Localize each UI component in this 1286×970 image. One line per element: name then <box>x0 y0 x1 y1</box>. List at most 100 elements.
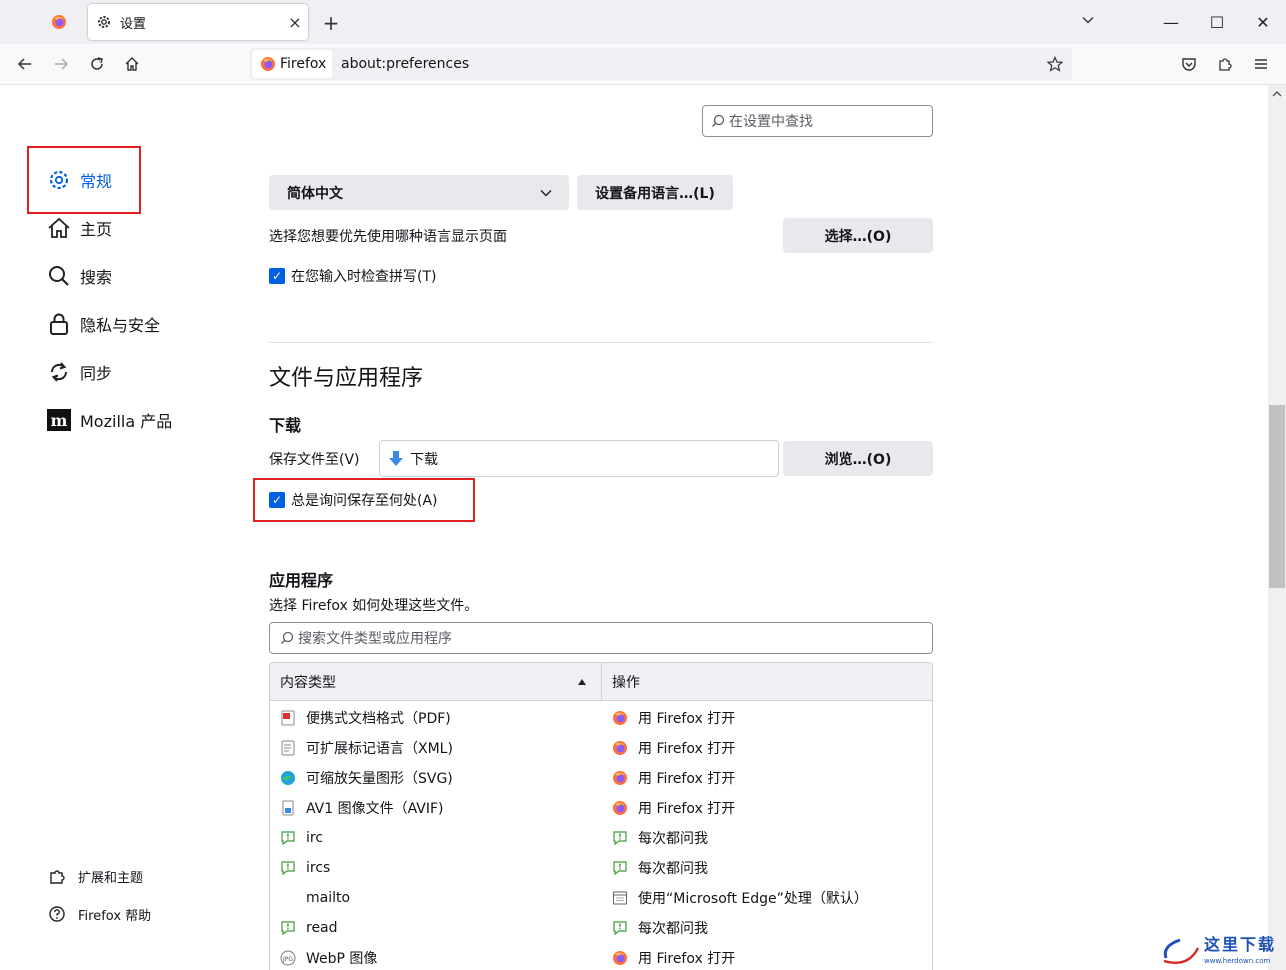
action-label: 用 Firefox 打开 <box>638 741 736 757</box>
action-label: 用 Firefox 打开 <box>638 771 736 787</box>
puzzle-icon <box>1219 58 1232 71</box>
url-text[interactable]: about:preferences <box>341 54 469 74</box>
sidebar-item-mozilla-products[interactable]: m Mozilla 产品 <box>46 402 172 438</box>
home-button[interactable] <box>116 48 148 80</box>
hamburger-icon <box>1255 59 1267 69</box>
save-files-label: 保存文件至(V) <box>269 452 360 468</box>
sidebar-item-privacy[interactable]: 隐私与安全 <box>46 306 160 342</box>
applications-table: 内容类型 操作 便携式文档格式（PDF) 用 Firefox 打开 可扩展标记语言（… <box>269 662 933 970</box>
scrollbar-thumb[interactable] <box>1269 405 1285 588</box>
table-row[interactable]: 可扩展标记语言（XML) 用 Firefox 打开 <box>270 733 932 763</box>
table-row[interactable]: JPG WebP 图像 用 Firefox 打开 <box>270 943 932 970</box>
action-cell[interactable]: ! 每次都问我 <box>602 858 708 878</box>
action-cell[interactable]: ! 每次都问我 <box>602 828 708 848</box>
action-label: 用 Firefox 打开 <box>638 711 736 727</box>
content-type-label: 可缩放矢量图形（SVG) <box>306 771 453 787</box>
download-folder-name: 下载 <box>410 451 438 468</box>
sidebar-item-general[interactable]: 常规 <box>46 162 112 198</box>
table-row[interactable]: AV1 图像文件（AVIF) 用 Firefox 打开 <box>270 793 932 823</box>
chevron-down-icon <box>540 189 552 197</box>
pocket-icon <box>1182 58 1196 71</box>
extensions-button[interactable] <box>1209 48 1241 80</box>
tab-firefox-view[interactable] <box>34 4 84 40</box>
action-cell[interactable]: 用 Firefox 打开 <box>602 798 735 818</box>
reload-button[interactable] <box>81 48 113 80</box>
arrow-left-icon <box>17 58 31 70</box>
action-cell[interactable]: 用 Firefox 打开 <box>602 768 735 788</box>
choose-language-button[interactable]: 选择…(O) <box>783 218 933 253</box>
svg-text:这里下载: 这里下载 <box>1204 935 1276 954</box>
action-label: 用 Firefox 打开 <box>638 951 736 967</box>
list-all-tabs-button[interactable] <box>1074 8 1102 36</box>
firefox-icon <box>612 800 628 816</box>
always-ask-label: 总是询问保存至何处(A) <box>291 493 438 509</box>
table-row[interactable]: ! irc! 每次都问我 <box>270 823 932 853</box>
app-menu-button[interactable] <box>1245 48 1277 80</box>
svg-text:!: ! <box>286 923 290 932</box>
tab-settings[interactable]: 设置 × <box>88 4 308 40</box>
svg-text:!: ! <box>618 923 622 932</box>
column-header-action[interactable]: 操作 <box>602 672 640 692</box>
file-type-icon: JPG <box>280 950 296 966</box>
file-type-icon: ! <box>280 860 296 876</box>
pocket-button[interactable] <box>1173 48 1205 80</box>
reload-icon <box>91 57 103 70</box>
column-header-content-type[interactable]: 内容类型 <box>270 663 602 700</box>
maximize-button[interactable]: ☐ <box>1194 0 1240 44</box>
scroll-up-arrow-icon[interactable] <box>1268 85 1286 103</box>
firefox-icon <box>612 740 628 756</box>
ask-icon: ! <box>612 860 628 876</box>
settings-search-input[interactable]: 在设置中查找 <box>702 105 933 137</box>
spellcheck-label: 在您输入时检查拼写(T) <box>291 269 437 285</box>
language-select[interactable]: 简体中文 <box>269 175 569 210</box>
firefox-icon <box>52 15 66 29</box>
download-arrow-icon <box>389 450 403 466</box>
sidebar-footer-help[interactable]: Firefox 帮助 <box>46 902 151 926</box>
firefox-icon <box>261 57 275 71</box>
back-button[interactable] <box>9 48 41 80</box>
sidebar-item-label: 搜索 <box>80 268 113 287</box>
content-type-cell: ! irc <box>270 830 602 846</box>
action-cell[interactable]: 用 Firefox 打开 <box>602 948 735 968</box>
content-type-cell: JPG WebP 图像 <box>270 948 602 968</box>
chevron-down-icon <box>1082 17 1094 24</box>
action-cell[interactable]: ! 每次都问我 <box>602 918 708 938</box>
forward-button[interactable] <box>45 48 77 80</box>
sidebar-item-sync[interactable]: 同步 <box>46 354 112 390</box>
minimize-button[interactable]: — <box>1148 0 1194 44</box>
search-icon <box>46 263 72 289</box>
table-row[interactable]: ! ircs! 每次都问我 <box>270 853 932 883</box>
alternative-languages-button[interactable]: 设置备用语言…(L) <box>577 175 733 210</box>
file-type-search-input[interactable]: 搜索文件类型或应用程序 <box>269 622 933 654</box>
file-type-icon <box>280 800 296 816</box>
ask-icon: ! <box>612 920 628 936</box>
action-cell[interactable]: 使用“Microsoft Edge”处理（默认） <box>602 888 868 908</box>
always-ask-checkbox[interactable]: ✓ 总是询问保存至何处(A) <box>269 490 438 510</box>
action-cell[interactable]: 用 Firefox 打开 <box>602 738 735 758</box>
bookmark-star-button[interactable] <box>1042 52 1068 76</box>
table-row[interactable]: mailto 使用“Microsoft Edge”处理（默认） <box>270 883 932 913</box>
close-tab-icon[interactable]: × <box>282 13 308 32</box>
sidebar-footer-addons[interactable]: 扩展和主题 <box>46 864 143 888</box>
table-row[interactable]: 可缩放矢量图形（SVG) 用 Firefox 打开 <box>270 763 932 793</box>
svg-text:m: m <box>51 411 68 430</box>
identity-box[interactable]: Firefox <box>252 50 332 78</box>
action-label: 使用“Microsoft Edge”处理（默认） <box>638 891 868 907</box>
svg-text:JPG: JPG <box>282 956 293 963</box>
new-tab-button[interactable]: + <box>318 10 344 36</box>
close-window-button[interactable]: ✕ <box>1240 0 1286 44</box>
sidebar-item-search[interactable]: 搜索 <box>46 258 112 294</box>
choose-language-text: 选择您想要优先使用哪种语言显示页面 <box>269 229 507 245</box>
puzzle-icon <box>46 865 68 887</box>
sidebar-item-home[interactable]: 主页 <box>46 210 112 246</box>
settings-search-placeholder: 在设置中查找 <box>729 114 813 130</box>
table-row[interactable]: ! read! 每次都问我 <box>270 913 932 943</box>
table-row[interactable]: 便携式文档格式（PDF) 用 Firefox 打开 <box>270 703 932 733</box>
action-cell[interactable]: 用 Firefox 打开 <box>602 708 735 728</box>
content-type-cell: mailto <box>270 890 602 906</box>
section-divider <box>269 342 933 343</box>
firefox-icon <box>612 770 628 786</box>
browse-button[interactable]: 浏览…(O) <box>783 441 933 476</box>
gear-icon <box>98 16 110 28</box>
spellcheck-checkbox[interactable]: ✓ 在您输入时检查拼写(T) <box>269 266 436 286</box>
